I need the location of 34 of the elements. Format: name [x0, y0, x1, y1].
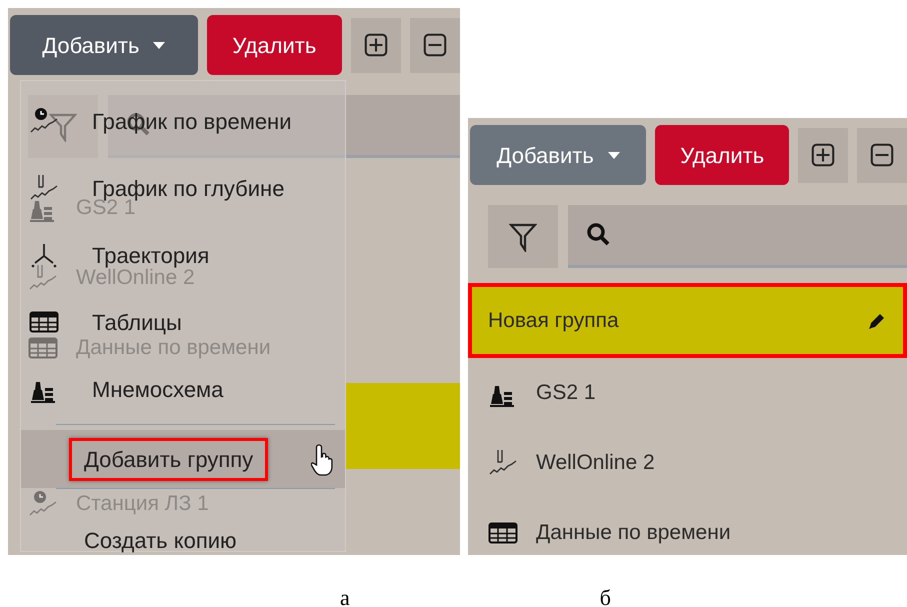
menu-item[interactable]: Создать копию [21, 528, 345, 552]
plus-square-icon [810, 142, 836, 168]
minus-square-icon [869, 142, 895, 168]
search-field[interactable] [568, 205, 907, 268]
plus-square-icon [363, 32, 389, 58]
expand-all-button[interactable] [798, 128, 848, 182]
menu-item[interactable]: Траектория [21, 240, 345, 270]
caret-icon [153, 42, 166, 48]
filter-icon [509, 222, 537, 252]
table-icon [28, 336, 58, 360]
menu-item[interactable]: Мнемосхема [21, 374, 345, 404]
tree-row[interactable]: GS2 1 [468, 358, 907, 428]
minus-square-icon [422, 32, 448, 58]
tree-row[interactable]: Новая группа [468, 283, 907, 358]
search-icon [586, 222, 612, 248]
tree-row[interactable]: Данные по времени [468, 498, 907, 555]
delete-button[interactable]: Удалить [655, 125, 789, 185]
tree-row[interactable]: WellOnline 2 [468, 428, 907, 498]
collapse-all-button[interactable] [410, 18, 460, 72]
figure-caption: а [340, 584, 350, 607]
filter-button[interactable] [488, 205, 558, 268]
filter-icon [49, 112, 77, 142]
table-icon [29, 310, 59, 334]
figure-caption: б [600, 584, 611, 607]
add-dropdown-button[interactable]: Добавить [470, 125, 646, 185]
collapse-all-button[interactable] [857, 128, 907, 182]
caret-icon [608, 152, 620, 158]
menu-item[interactable]: Добавить группу [21, 430, 345, 488]
menu-item[interactable]: График по времени [21, 106, 345, 136]
add-dropdown-button[interactable]: Добавить [10, 15, 198, 75]
expand-all-button[interactable] [351, 18, 401, 72]
delete-button[interactable]: Удалить [206, 15, 342, 75]
menu-item[interactable]: Таблицы [21, 307, 345, 337]
table-icon [488, 521, 518, 545]
